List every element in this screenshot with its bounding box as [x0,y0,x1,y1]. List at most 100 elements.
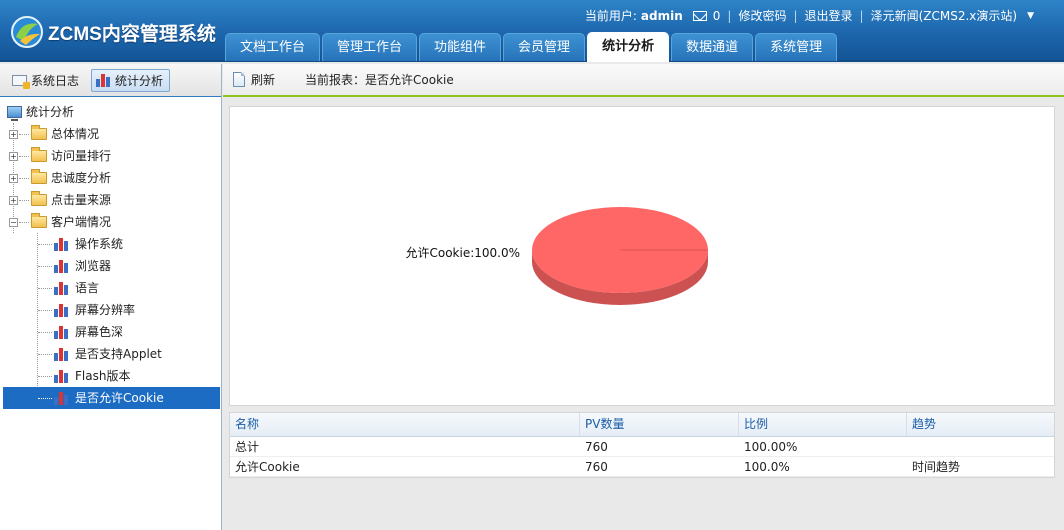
tree-leaf-color-depth[interactable]: 屏幕色深 [0,321,221,343]
tab-management-workbench[interactable]: 管理工作台 [322,33,418,61]
tree-leaf-label: 是否支持Applet [75,347,162,361]
sidebar-tab-statistics[interactable]: 统计分析 [91,68,171,92]
bar-chart-icon [54,260,69,273]
stats-table: 名称 PV数量 比例 趋势 总计 760 100.00% 允许Cookie 76… [229,412,1055,478]
document-icon[interactable] [233,72,245,87]
tree-leaf-label: 操作系统 [75,237,124,251]
tree-leaf-os[interactable]: 操作系统 [0,233,221,255]
pie-chart-panel: 允许Cookie:100.0% [229,106,1055,406]
expand-icon[interactable]: + [9,174,18,183]
tree-leaf-browser[interactable]: 浏览器 [0,255,221,277]
mail-count[interactable]: 0 [713,9,721,23]
main-tabs: 文档工作台 管理工作台 功能组件 会员管理 统计分析 数据通道 系统管理 [225,32,839,62]
tree-leaf-label: 是否允许Cookie [75,391,164,405]
separator: | [859,8,864,23]
current-report-label: 当前报表：是否允许Cookie [305,73,454,87]
app-header: ZCMS内容管理系统 当前用户: admin 0 | 修改密码 | 退出登录 |… [0,0,1064,62]
monitor-icon [7,106,22,121]
tree-root[interactable]: 统计分析 [0,101,221,123]
tree-folder-overview[interactable]: + 总体情况 [0,123,221,145]
mail-icon[interactable] [692,10,707,21]
bar-chart-icon [54,238,69,251]
sidebar-tab-system-log[interactable]: 系统日志 [8,69,85,92]
current-user-label: 当前用户: [584,9,637,23]
cell-pv: 760 [585,440,608,454]
bar-chart-icon [54,370,69,383]
folder-icon [31,125,47,140]
tree-leaf-label: 屏幕分辨率 [75,303,136,317]
tree-folder-loyalty[interactable]: + 忠诚度分析 [0,167,221,189]
tree-leaf-language[interactable]: 语言 [0,277,221,299]
tree-leaf-resolution[interactable]: 屏幕分辨率 [0,299,221,321]
stats-tree: 统计分析 + 总体情况 + 访问量排行 + 忠诚度分析 + 点击量来源 − 客户… [0,97,221,409]
tree-leaf-applet[interactable]: 是否支持Applet [0,343,221,365]
cell-ratio: 100.00% [744,440,798,454]
user-bar: 当前用户: admin 0 | 修改密码 | 退出登录 | 泽元新闻(ZCMS2… [585,7,1034,24]
tree-folder-label: 客户端情况 [51,215,112,229]
tab-system-management[interactable]: 系统管理 [755,33,838,61]
bar-chart-icon [54,326,69,339]
column-header-trend[interactable]: 趋势 [907,413,1054,436]
tree-leaf-label: Flash版本 [75,369,131,383]
tree-leaf-flash[interactable]: Flash版本 [0,365,221,387]
tab-data-channel[interactable]: 数据通道 [671,33,754,61]
bar-chart-icon [54,392,69,405]
bar-chart-icon [54,282,69,295]
folder-icon [31,191,47,206]
sidebar-tab-label: 统计分析 [115,73,164,88]
tree-folder-label: 点击量来源 [51,193,112,207]
column-header-ratio[interactable]: 比例 [739,413,907,436]
tree-leaf-label: 屏幕色深 [75,325,124,339]
tab-statistics[interactable]: 统计分析 [587,32,670,62]
refresh-button[interactable]: 刷新 [251,71,275,88]
pie-chart: 允许Cookie:100.0% [405,207,708,305]
expand-icon[interactable]: + [9,130,18,139]
tree-folder-label: 忠诚度分析 [51,171,112,185]
app-logo: ZCMS内容管理系统 [10,14,216,50]
report-toolbar: 刷新 当前报表：是否允许Cookie [223,64,1064,97]
tree-folder-client[interactable]: − 客户端情况 [0,211,221,233]
column-header-pv[interactable]: PV数量 [580,413,739,436]
bar-chart-icon [96,73,111,87]
folder-open-icon [31,213,47,228]
envelope-icon [12,74,30,89]
table-row[interactable]: 总计 760 100.00% [230,437,1054,457]
cell-trend [907,437,1054,456]
change-password-link[interactable]: 修改密码 [738,7,786,24]
table-header: 名称 PV数量 比例 趋势 [230,413,1054,437]
sidebar: 系统日志 统计分析 统计分析 + 总体情况 + 访问量排行 + 忠诚度分析 + … [0,64,222,530]
tree-folder-label: 总体情况 [51,127,100,141]
tab-document-workbench[interactable]: 文档工作台 [225,33,321,61]
tree-folder-visit-ranking[interactable]: + 访问量排行 [0,145,221,167]
cell-pv: 760 [585,460,608,474]
zcms-logo-icon [11,16,43,48]
table-row[interactable]: 允许Cookie 760 100.0% 时间趋势 [230,457,1054,477]
main-panel: 刷新 当前报表：是否允许Cookie 允许Cookie:100.0% 名称 PV… [223,64,1064,530]
separator: | [793,8,798,23]
logout-link[interactable]: 退出登录 [805,7,853,24]
tree-leaf-label: 语言 [75,281,100,295]
tree-folder-click-source[interactable]: + 点击量来源 [0,189,221,211]
bar-chart-icon [54,304,69,317]
sidebar-tabs: 系统日志 统计分析 [0,64,221,97]
expand-icon[interactable]: + [9,196,18,205]
current-user: admin [640,8,683,23]
caret-down-icon[interactable]: ▼ [1027,11,1034,21]
column-header-name[interactable]: 名称 [230,413,580,436]
collapse-icon[interactable]: − [9,218,18,227]
tree-folder-label: 访问量排行 [51,149,112,163]
tab-members[interactable]: 会员管理 [503,33,586,61]
site-selector[interactable]: 泽元新闻(ZCMS2.x演示站) [871,7,1018,24]
cell-name: 总计 [235,440,260,454]
tree-leaf-cookie[interactable]: 是否允许Cookie [3,387,220,409]
folder-icon [31,169,47,184]
tree-leaf-label: 浏览器 [75,259,112,273]
tree-root-label: 统计分析 [26,105,75,119]
separator: | [727,8,732,23]
cell-ratio: 100.0% [744,460,790,474]
tab-components[interactable]: 功能组件 [419,33,502,61]
time-trend-link[interactable]: 时间趋势 [907,457,1054,476]
expand-icon[interactable]: + [9,152,18,161]
bar-chart-icon [54,348,69,361]
logo-text: ZCMS内容管理系统 [48,23,216,45]
